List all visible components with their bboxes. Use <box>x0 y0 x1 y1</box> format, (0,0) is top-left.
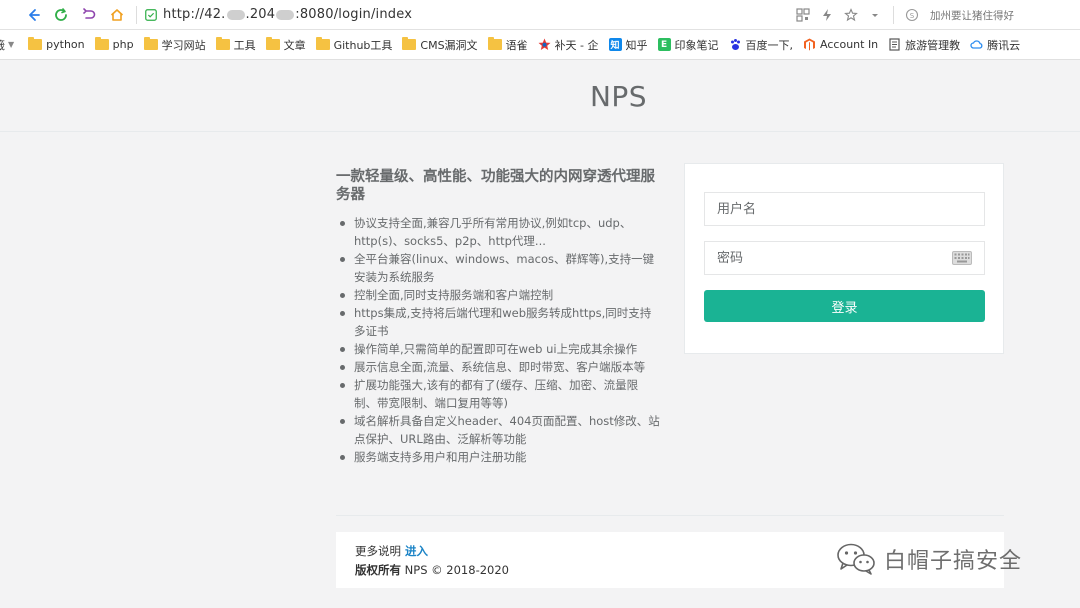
bookmark-study-sites[interactable]: 学习网站 <box>143 33 206 57</box>
zhihu-icon: 知 <box>608 38 622 51</box>
evernote-icon: E <box>657 38 671 51</box>
bookmark-baidu[interactable]: 百度一下, <box>729 33 793 57</box>
bookmarks-overflow[interactable]: 籤▼ <box>0 33 14 57</box>
magento-icon <box>803 38 816 51</box>
list-item: 操作简单,只需简单的配置即可在web ui上完成其余操作 <box>340 340 661 358</box>
bookmark-zhihu[interactable]: 知知乎 <box>608 33 648 57</box>
home-icon[interactable] <box>106 4 128 26</box>
list-item: 扩展功能强大,该有的都有了(缓存、压缩、加密、流量限制、带宽限制、端口复用等等) <box>340 376 661 412</box>
bookmark-evernote[interactable]: E 印象笔记 <box>657 33 719 57</box>
login-button[interactable]: 登录 <box>704 290 985 322</box>
page-title: NPS <box>589 80 648 113</box>
divider <box>893 6 894 24</box>
back-icon[interactable] <box>22 4 44 26</box>
redaction <box>276 9 295 20</box>
bookmark-butian[interactable]: 补天 - 企 <box>538 33 599 57</box>
address-bar: http://42. .204:8080/login/index S 加州要让猪住… <box>0 0 1080 30</box>
secure-shield-icon <box>143 7 159 23</box>
intro-heading: 一款轻量级、高性能、功能强大的内网穿透代理服务器 <box>336 169 655 203</box>
folder-icon <box>143 37 158 50</box>
bookmark-cms-vulns[interactable]: CMS漏洞文 <box>402 33 478 57</box>
copyright: 版权所有 NPS © 2018-2020 <box>355 562 509 578</box>
list-item: 展示信息全面,流量、系统信息、即时带宽、客户端版本等 <box>340 358 661 376</box>
copyright-label: 版权所有 <box>355 563 401 577</box>
folder-icon <box>94 37 109 50</box>
bookmark-tools[interactable]: 工具 <box>215 33 256 57</box>
bookmark-articles[interactable]: 文章 <box>265 33 306 57</box>
wechat-icon <box>837 543 875 575</box>
qr-code-icon[interactable] <box>793 5 813 25</box>
more-label: 更多说明 <box>355 544 401 558</box>
bookmark-tourism[interactable]: 旅游管理教 <box>888 33 960 57</box>
list-item: 协议支持全面,兼容几乎所有常用协议,例如tcp、udp、http(s)、sock… <box>340 214 661 250</box>
list-item: 全平台兼容(linux、windows、macos、群辉等),支持一键安装为系统… <box>340 250 661 286</box>
divider <box>336 515 1004 516</box>
svg-text:S: S <box>910 12 915 20</box>
search-input[interactable]: 加州要让猪住得好 <box>930 8 1080 23</box>
list-item: 域名解析具备自定义header、404页面配置、host修改、站点保护、URL路… <box>340 412 661 448</box>
bookmark-tencent-cloud[interactable]: 腾讯云 <box>970 33 1020 57</box>
butian-icon <box>538 38 551 51</box>
login-form: 登录 <box>684 163 1004 354</box>
intro-section: 一款轻量级、高性能、功能强大的内网穿透代理服务器 协议支持全面,兼容几乎所有常用… <box>336 168 661 466</box>
list-item: 服务端支持多用户和用户注册功能 <box>340 448 661 466</box>
folder-icon <box>487 37 502 50</box>
chevron-down-icon[interactable] <box>865 5 885 25</box>
folder-icon <box>28 37 43 50</box>
password-field[interactable] <box>704 241 985 275</box>
bookmarks-bar: 籤▼ python php 学习网站 工具 文章 Github工具 CMS漏洞文… <box>0 30 1080 60</box>
url-input[interactable]: http://42. .204:8080/login/index <box>163 7 412 22</box>
enter-link[interactable]: 进入 <box>405 544 428 558</box>
doc-icon <box>888 38 901 51</box>
copyright-text: NPS © 2018-2020 <box>401 563 509 577</box>
bookmark-yuque[interactable]: 语雀 <box>487 33 528 57</box>
more-info: 更多说明 进入 <box>355 543 428 559</box>
folder-icon <box>215 37 230 50</box>
bookmark-php[interactable]: php <box>94 33 134 57</box>
star-icon[interactable] <box>841 5 861 25</box>
watermark-text: 白帽子搞安全 <box>884 549 1023 574</box>
lightning-icon[interactable] <box>817 5 837 25</box>
baidu-icon <box>729 38 742 51</box>
username-field[interactable] <box>704 192 985 226</box>
cloud-icon <box>970 38 983 51</box>
watermark: 白帽子搞安全 <box>836 542 1022 576</box>
redaction <box>226 9 245 20</box>
feature-list: 协议支持全面,兼容几乎所有常用协议,例如tcp、udp、http(s)、sock… <box>336 214 661 466</box>
list-item: https集成,支持将后端代理和web服务转成https,同时支持多证书 <box>340 304 661 340</box>
keyboard-icon[interactable] <box>952 251 972 265</box>
bookmark-account-in[interactable]: Account In <box>803 33 878 57</box>
folder-icon <box>402 37 417 50</box>
refresh-icon[interactable] <box>50 4 72 26</box>
folder-icon <box>315 37 330 50</box>
folder-icon <box>265 37 280 50</box>
bookmark-github-tools[interactable]: Github工具 <box>315 33 392 57</box>
bookmark-python[interactable]: python <box>28 33 85 57</box>
divider <box>136 5 137 24</box>
list-item: 控制全面,同时支持服务端和客户端控制 <box>340 286 661 304</box>
search-engine-icon[interactable]: S <box>902 5 922 25</box>
undo-icon[interactable] <box>78 4 100 26</box>
